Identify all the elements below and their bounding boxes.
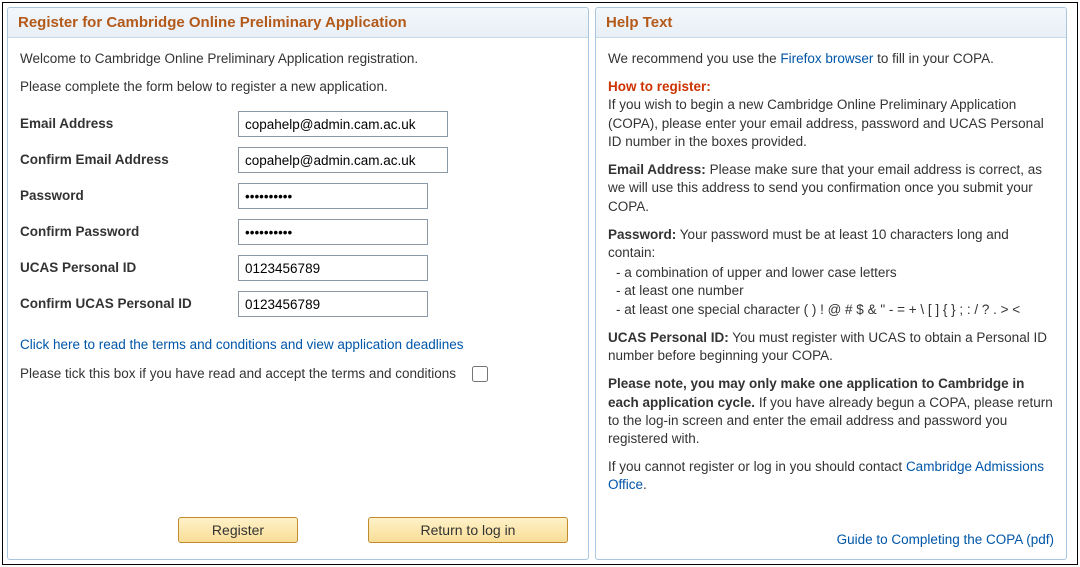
register-panel: Register for Cambridge Online Preliminar… <box>7 7 589 560</box>
register-button[interactable]: Register <box>178 517 298 543</box>
confirm-password-field[interactable] <box>238 219 428 245</box>
help-ucas-heading: UCAS Personal ID: <box>608 330 729 345</box>
password-rule-1: - a combination of upper and lower case … <box>616 264 1054 282</box>
ucas-field[interactable] <box>238 255 428 281</box>
ucas-label: UCAS Personal ID <box>20 259 238 277</box>
how-to-register-body: If you wish to begin a new Cambridge Onl… <box>608 97 1044 148</box>
confirm-ucas-field[interactable] <box>238 291 428 317</box>
password-field[interactable] <box>238 183 428 209</box>
confirm-email-label: Confirm Email Address <box>20 151 238 169</box>
password-rule-3: - at least one special character ( ) ! @… <box>616 301 1054 319</box>
firefox-link[interactable]: Firefox browser <box>780 51 873 66</box>
password-rule-2: - at least one number <box>616 282 1054 300</box>
help-recommend: We recommend you use the Firefox browser… <box>608 50 1054 68</box>
email-label: Email Address <box>20 115 238 133</box>
how-to-register-heading: How to register: <box>608 79 711 94</box>
return-to-login-button[interactable]: Return to log in <box>368 517 568 543</box>
help-panel: Help Text We recommend you use the Firef… <box>595 7 1067 560</box>
terms-checkbox-label: Please tick this box if you have read an… <box>20 365 456 383</box>
register-title: Register for Cambridge Online Preliminar… <box>8 8 588 38</box>
intro-text-2: Please complete the form below to regist… <box>20 78 576 96</box>
terms-checkbox[interactable] <box>472 366 488 382</box>
confirm-password-label: Confirm Password <box>20 223 238 241</box>
confirm-ucas-label: Confirm UCAS Personal ID <box>20 295 238 313</box>
guide-pdf-link[interactable]: Guide to Completing the COPA (pdf) <box>608 521 1054 549</box>
help-email-heading: Email Address: <box>608 162 706 177</box>
terms-link[interactable]: Click here to read the terms and conditi… <box>20 336 576 354</box>
help-title: Help Text <box>596 8 1066 38</box>
help-password-heading: Password: <box>608 227 676 242</box>
intro-text-1: Welcome to Cambridge Online Preliminary … <box>20 50 576 68</box>
confirm-email-field[interactable] <box>238 147 448 173</box>
password-label: Password <box>20 187 238 205</box>
email-field[interactable] <box>238 111 448 137</box>
